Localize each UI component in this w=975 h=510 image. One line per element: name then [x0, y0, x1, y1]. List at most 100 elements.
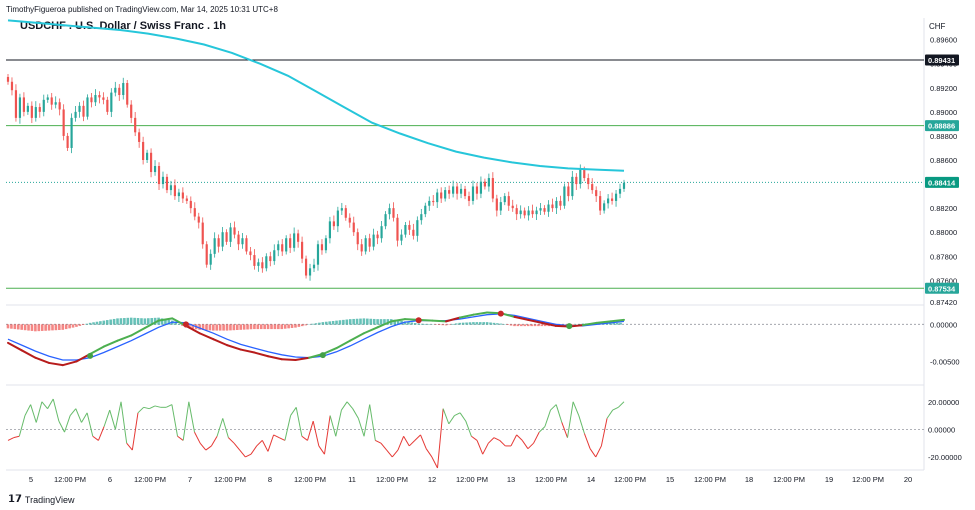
time-tick-label: 7: [188, 475, 192, 484]
candle-body: [142, 141, 145, 160]
oscillator-line-segment: [86, 412, 94, 437]
oscillator-line-segment: [13, 435, 20, 439]
macd-histogram-bar: [366, 318, 369, 325]
candle-body: [42, 99, 45, 112]
candle-body: [360, 244, 363, 252]
oscillator-line-segment: [194, 431, 201, 444]
macd-histogram-bar: [441, 324, 444, 326]
candle-body: [221, 232, 224, 247]
macd-histogram-bar: [95, 321, 99, 325]
macd-histogram-bar: [492, 322, 496, 325]
oscillator-line-segment: [465, 420, 472, 437]
oscillator-line-segment: [205, 445, 212, 451]
candle-body: [527, 210, 530, 216]
oscillator-line-segment: [386, 449, 393, 458]
oscillator-line-segment: [538, 426, 546, 433]
macd-histogram-bar: [290, 324, 294, 328]
oscillator-line-segment: [267, 434, 275, 452]
candle-body: [463, 188, 467, 197]
candle-body: [102, 97, 105, 100]
oscillator-line-segment: [75, 408, 82, 423]
macd-histogram-bar: [20, 324, 23, 330]
oscillator-line-segment: [228, 437, 235, 444]
macd-histogram-bar: [273, 324, 277, 330]
candle-body: [177, 192, 180, 197]
macd-histogram-bar: [615, 322, 619, 325]
candle-body: [444, 190, 447, 199]
macd-histogram-bar: [461, 322, 465, 325]
oscillator-line-segment: [131, 412, 139, 451]
oscillator-line-segment: [199, 442, 207, 451]
tradingview-brand: 𝟭𝟳 TradingView: [8, 494, 74, 505]
candle-body: [416, 220, 419, 236]
macd-histogram-bar: [253, 324, 256, 330]
candle-body: [312, 264, 316, 269]
oscillator-line-segment: [566, 401, 574, 438]
time-tick-label: 12:00 PM: [376, 475, 408, 484]
oscillator-line-segment: [307, 420, 314, 441]
candle-body: [30, 105, 33, 118]
oscillator-line-segment: [516, 434, 523, 441]
oscillator-line-segment: [476, 440, 484, 455]
candle-body: [269, 256, 272, 262]
oscillator-line-segment: [109, 409, 116, 430]
macd-histogram-bar: [256, 324, 260, 330]
macd-histogram-bar: [129, 317, 133, 325]
macd-histogram-bar: [109, 319, 112, 325]
oscillator-line-segment: [521, 440, 529, 449]
candle-body: [225, 232, 228, 242]
candle-body: [459, 188, 463, 194]
macd-cross-dot: [182, 321, 189, 328]
candle-body: [567, 186, 570, 197]
oscillator-line-segment: [617, 401, 625, 408]
macd-histogram-bar: [369, 318, 373, 325]
candle-body: [336, 210, 339, 227]
candle-body: [607, 198, 610, 204]
candle-body: [428, 200, 431, 206]
candle-body: [511, 205, 514, 209]
macd-histogram-bar: [506, 324, 509, 326]
macd-line-segment: [34, 356, 51, 364]
candle-body: [575, 176, 578, 185]
candle-body: [161, 176, 165, 185]
candle-body: [467, 196, 471, 201]
time-tick-label: 20: [904, 475, 912, 484]
macd-histogram-bar: [379, 319, 383, 325]
oscillator-line-segment: [357, 418, 365, 437]
macd-line-segment: [212, 338, 229, 347]
macd-histogram-bar: [301, 324, 304, 327]
candle-body: [452, 186, 455, 194]
candle-body: [471, 186, 475, 201]
oscillator-line-segment: [595, 445, 602, 458]
candle-body: [404, 224, 407, 235]
candle-body: [82, 105, 85, 117]
time-tick-label: 12:00 PM: [54, 475, 86, 484]
chart-canvas[interactable]: 0.896000.894000.892000.890000.888000.886…: [0, 0, 975, 510]
candle-body: [38, 107, 41, 112]
oscillator-line-segment: [149, 405, 156, 410]
macd-histogram-bar: [468, 322, 472, 325]
candle-body: [547, 204, 550, 212]
macd-histogram-bar: [424, 323, 427, 325]
oscillator-line-segment: [335, 409, 342, 437]
price-tick-label: 0.88200: [930, 204, 957, 213]
oscillator-line-segment: [126, 442, 133, 451]
macd-histogram-bar: [304, 324, 308, 326]
macd-cross-dot: [319, 352, 326, 359]
macd-histogram-bar: [540, 324, 544, 327]
time-tick-label: 6: [108, 475, 112, 484]
macd-histogram-bar: [485, 322, 489, 325]
macd-histogram-bar: [242, 324, 246, 330]
oscillator-line-segment: [216, 418, 224, 437]
candle-body: [253, 255, 256, 266]
macd-line-segment: [61, 360, 78, 367]
oscillator-line-segment: [41, 401, 48, 410]
candle-body: [328, 221, 332, 239]
time-tick-label: 14: [587, 475, 595, 484]
macd-histogram-bar: [147, 318, 150, 325]
macd-histogram-bar: [99, 321, 102, 325]
oscillator-line-segment: [471, 435, 478, 441]
candle-body: [114, 87, 117, 93]
candle-body: [233, 227, 236, 235]
macd-histogram-bar: [27, 324, 30, 331]
